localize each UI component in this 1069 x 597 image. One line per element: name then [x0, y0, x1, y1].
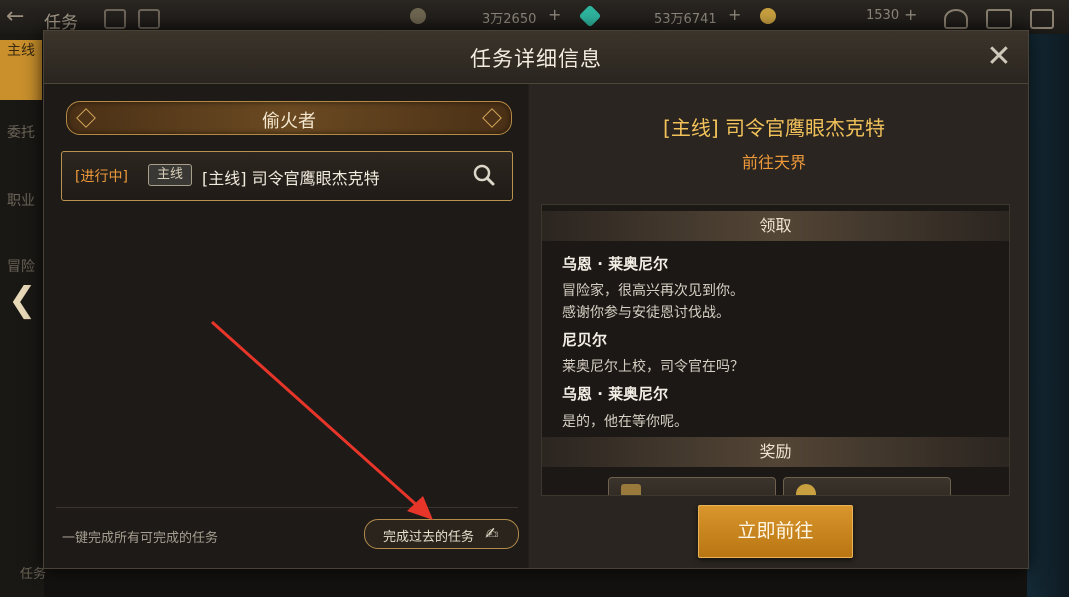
reward-item-card[interactable]	[783, 477, 951, 495]
add-resource-icon[interactable]: +	[904, 5, 917, 24]
quest-dialog-box[interactable]: 领取 乌恩 · 莱奥尼尔 冒险家，很高兴再次见到你。 感谢你参与安徒恩讨伐战。 …	[541, 204, 1010, 496]
dialog-line: 感谢你参与安徒恩讨伐战。	[562, 305, 730, 321]
auto-complete-label: 一键完成所有可完成的任务	[62, 531, 219, 546]
moon-icon	[410, 8, 426, 24]
quest-status: [进行中]	[75, 169, 128, 185]
quest-list-pane: 偷火者 [进行中] 主线 [主线] 司令官鹰眼杰克特 一键完成所有可完成的任务 …	[44, 84, 528, 568]
close-icon[interactable]: ✕	[984, 42, 1014, 73]
gold-coin-icon	[796, 484, 816, 495]
cake-icon[interactable]	[944, 9, 968, 29]
bag-icon[interactable]	[138, 9, 160, 29]
side-tab-label: 职业	[7, 193, 35, 209]
gold-coin-icon	[760, 8, 776, 24]
dialog-line: 冒险家，很高兴再次见到你。	[562, 283, 744, 299]
quest-list-item[interactable]: [进行中] 主线 [主线] 司令官鹰眼杰克特	[61, 151, 513, 201]
complete-past-quests-button[interactable]: 完成过去的任务 ✍	[364, 519, 519, 549]
side-tab-label: 冒险	[7, 259, 35, 275]
menu-icon[interactable]	[1030, 9, 1054, 29]
quest-detail-modal: 任务详细信息 ✕ 偷火者 [进行中] 主线 [主线] 司令官鹰眼杰克特 一键完成…	[43, 30, 1029, 569]
dialog-speaker: 尼贝尔	[562, 331, 608, 349]
dialog-line: 是的，他在等你呢。	[562, 414, 688, 430]
modal-header: 任务详细信息 ✕	[44, 31, 1028, 84]
side-tab-commission[interactable]: 委托	[0, 122, 42, 182]
dialog-line: 莱奥尼尔上校，司令官在吗？	[562, 359, 744, 375]
quest-detail-title: [主线] 司令官鹰眼杰克特	[663, 116, 885, 140]
reward-item-card[interactable]	[608, 477, 776, 495]
reward-header: 奖励	[542, 437, 1009, 467]
back-arrow-icon[interactable]: ←	[6, 6, 32, 28]
add-resource-icon[interactable]: +	[728, 5, 741, 24]
side-tab-job[interactable]: 职业	[0, 190, 42, 250]
side-tab-label: 主线	[7, 43, 35, 59]
chapter-banner: 偷火者	[66, 101, 512, 135]
quest-type-badge: 主线	[148, 164, 192, 186]
resource-moon-value: 3万2650	[482, 12, 537, 27]
dragon-icon[interactable]	[104, 9, 126, 29]
side-tab-label: 委托	[7, 125, 35, 141]
crystal-icon	[578, 4, 602, 28]
dialog-speaker: 乌恩 · 莱奥尼尔	[562, 385, 669, 403]
add-resource-icon[interactable]: +	[548, 5, 561, 24]
complete-past-quests-label: 完成过去的任务	[383, 530, 475, 545]
dialog-speaker: 乌恩 · 莱奥尼尔	[562, 255, 669, 273]
quest-detail-pane: [主线] 司令官鹰眼杰克特 前往天界 领取 乌恩 · 莱奥尼尔 冒险家，很高兴再…	[529, 84, 1028, 568]
modal-title: 任务详细信息	[470, 47, 602, 71]
resource-gold-value: 1530	[866, 8, 900, 23]
search-icon[interactable]	[473, 164, 495, 186]
top-bar: ← 任务 3万2650 + 53万6741 + 1530 +	[0, 0, 1069, 34]
left-arrow-icon[interactable]: ❮	[8, 283, 42, 317]
side-tab-main[interactable]: 主线	[0, 40, 42, 100]
quest-detail-subtitle: 前往天界	[741, 153, 806, 172]
mail-icon[interactable]	[986, 9, 1012, 29]
receive-header: 领取	[542, 211, 1009, 241]
go-now-button[interactable]: 立即前往	[698, 505, 853, 558]
chapter-name: 偷火者	[262, 111, 316, 132]
quest-name: [主线] 司令官鹰眼杰克特	[202, 169, 380, 188]
scroll-hand-icon: ✍	[485, 524, 499, 543]
background-scene-right	[1027, 34, 1069, 597]
divider	[56, 507, 518, 508]
reward-scroll-icon	[621, 484, 641, 495]
resource-crystal-value: 53万6741	[654, 12, 717, 27]
